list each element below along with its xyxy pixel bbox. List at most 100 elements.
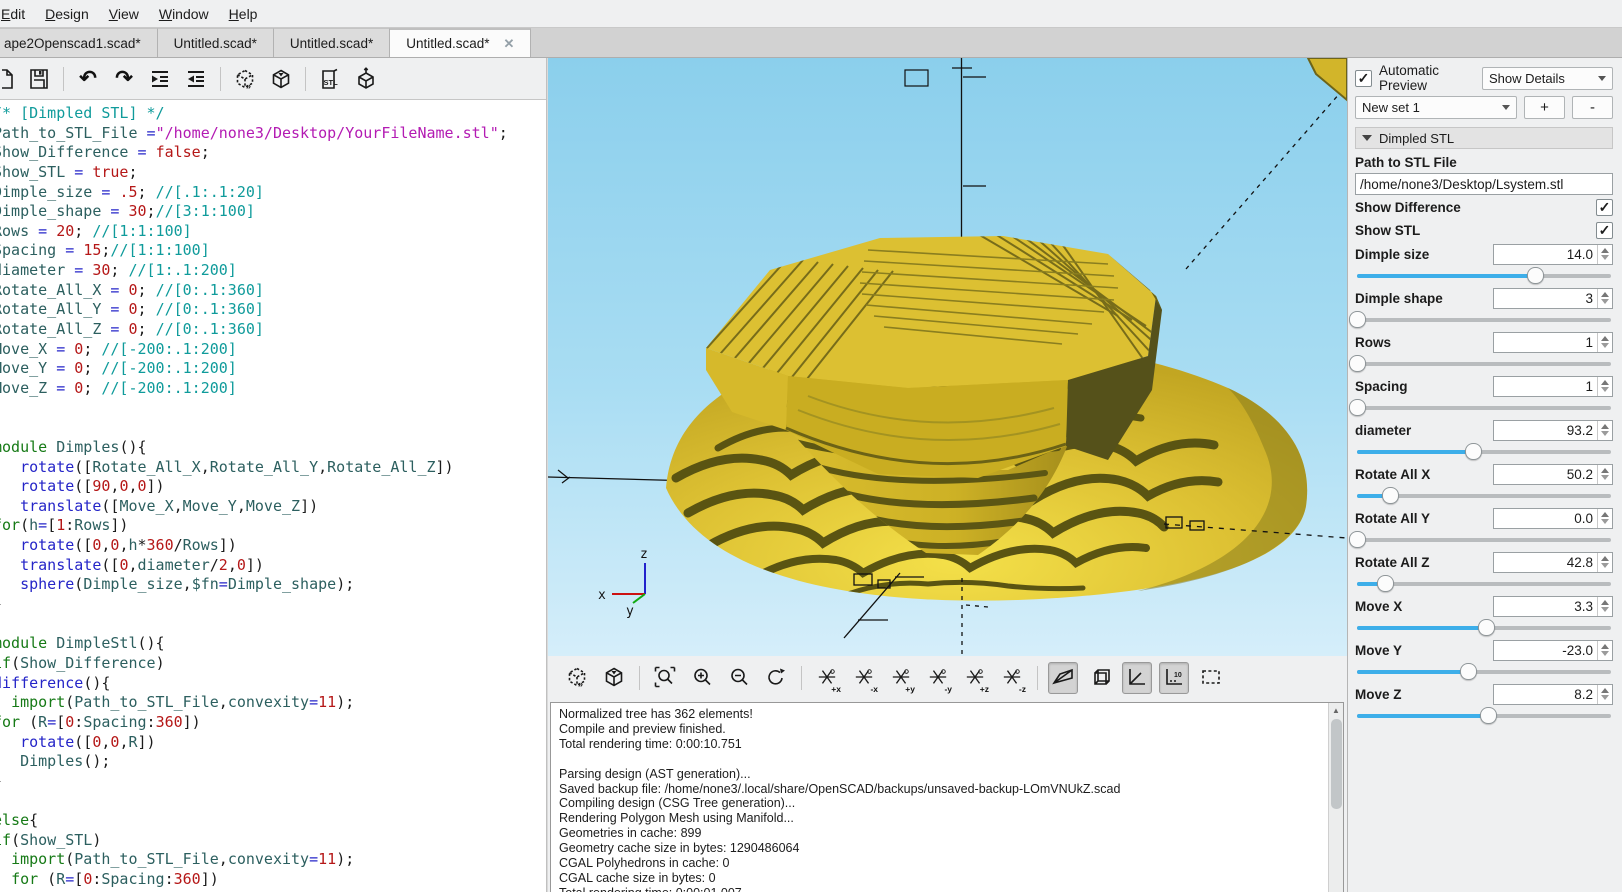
rotate-all-y-spinbox[interactable]: 0.0 bbox=[1493, 507, 1613, 529]
move-z-slider[interactable] bbox=[1355, 706, 1613, 725]
view-plusminus-z-button[interactable]: +z bbox=[960, 662, 990, 694]
diameter-slider[interactable] bbox=[1355, 442, 1613, 461]
spinbox-arrows-icon[interactable] bbox=[1597, 332, 1612, 352]
automatic-preview-checkbox[interactable]: ✓ bbox=[1355, 69, 1372, 87]
menu-item-edit[interactable]: Edit bbox=[0, 1, 35, 27]
zoom-in-button[interactable] bbox=[687, 662, 717, 694]
spin-down-icon[interactable] bbox=[1601, 695, 1609, 700]
zoom-out-button[interactable] bbox=[724, 662, 754, 694]
redo-button[interactable]: ↷ bbox=[109, 64, 139, 94]
spin-down-icon[interactable] bbox=[1601, 387, 1609, 392]
indent-button[interactable] bbox=[181, 64, 211, 94]
view-minus-y-button[interactable]: -y bbox=[923, 662, 953, 694]
rotate-all-x-spinbox[interactable]: 50.2 bbox=[1493, 463, 1613, 485]
spin-down-icon[interactable] bbox=[1601, 651, 1609, 656]
spinbox-arrows-icon[interactable] bbox=[1597, 640, 1612, 660]
spinbox-arrows-icon[interactable] bbox=[1597, 684, 1612, 704]
view-minus-z-button[interactable]: -z bbox=[997, 662, 1027, 694]
slider-handle[interactable] bbox=[1464, 443, 1482, 460]
spin-up-icon[interactable] bbox=[1601, 248, 1609, 253]
tab-2[interactable]: Untitled.scad* bbox=[273, 28, 391, 57]
spin-down-icon[interactable] bbox=[1601, 563, 1609, 568]
unindent-button[interactable] bbox=[145, 64, 175, 94]
tab-3[interactable]: Untitled.scad* ✕ bbox=[390, 28, 532, 57]
details-dropdown[interactable]: Show Details bbox=[1482, 66, 1613, 90]
dimple-shape-slider[interactable] bbox=[1348, 310, 1613, 329]
dimple-shape-spinbox[interactable]: 3 bbox=[1493, 287, 1613, 309]
tab-0[interactable]: ape2Openscad1.scad* bbox=[0, 28, 158, 57]
dimple-size-slider[interactable] bbox=[1355, 266, 1613, 285]
new-file-button[interactable] bbox=[2, 64, 18, 94]
spacing-slider[interactable] bbox=[1348, 398, 1613, 417]
spin-up-icon[interactable] bbox=[1601, 644, 1609, 649]
add-preset-button[interactable]: + bbox=[1524, 96, 1565, 119]
diameter-spinbox[interactable]: 93.2 bbox=[1493, 419, 1613, 441]
tab-1[interactable]: Untitled.scad* bbox=[157, 28, 274, 57]
slider-handle[interactable] bbox=[1348, 399, 1366, 416]
spin-down-icon[interactable] bbox=[1601, 255, 1609, 260]
remove-preset-button[interactable]: - bbox=[1572, 96, 1613, 119]
rotate-all-y-slider[interactable] bbox=[1348, 530, 1613, 549]
3d-viewport[interactable]: z x y bbox=[548, 58, 1347, 656]
preview-button[interactable]: » bbox=[230, 64, 260, 94]
spin-up-icon[interactable] bbox=[1601, 336, 1609, 341]
scrollbar-thumb[interactable] bbox=[1331, 719, 1342, 809]
export-stl-button[interactable]: STL bbox=[315, 64, 345, 94]
save-button[interactable] bbox=[24, 64, 54, 94]
move-x-spinbox[interactable]: 3.3 bbox=[1493, 595, 1613, 617]
rotate-all-z-spinbox[interactable]: 42.8 bbox=[1493, 551, 1613, 573]
menu-item-window[interactable]: Window bbox=[149, 1, 219, 27]
move-y-slider[interactable] bbox=[1355, 662, 1613, 681]
orthogonal-button[interactable] bbox=[1085, 662, 1115, 694]
spacing-spinbox[interactable]: 1 bbox=[1493, 375, 1613, 397]
slider-handle[interactable] bbox=[1459, 663, 1477, 680]
spinbox-arrows-icon[interactable] bbox=[1597, 552, 1612, 572]
spin-down-icon[interactable] bbox=[1601, 299, 1609, 304]
move-z-spinbox[interactable]: 8.2 bbox=[1493, 683, 1613, 705]
spin-up-icon[interactable] bbox=[1601, 468, 1609, 473]
rotate-all-z-slider[interactable] bbox=[1355, 574, 1613, 593]
spin-up-icon[interactable] bbox=[1601, 556, 1609, 561]
tab-close-icon[interactable]: ✕ bbox=[504, 36, 515, 52]
show-stl-checkbox[interactable]: ✓ bbox=[1596, 222, 1613, 239]
view-all-button[interactable] bbox=[1196, 662, 1226, 694]
view-plusminus-y-button[interactable]: +y bbox=[886, 662, 916, 694]
render-button[interactable] bbox=[266, 64, 296, 94]
slider-handle[interactable] bbox=[1477, 619, 1495, 636]
slider-handle[interactable] bbox=[1348, 311, 1366, 328]
spinbox-arrows-icon[interactable] bbox=[1597, 508, 1612, 528]
spin-up-icon[interactable] bbox=[1601, 292, 1609, 297]
spinbox-arrows-icon[interactable] bbox=[1597, 376, 1612, 396]
preview-button[interactable]: » bbox=[562, 662, 592, 694]
show-difference-checkbox[interactable]: ✓ bbox=[1596, 199, 1613, 216]
slider-handle[interactable] bbox=[1348, 355, 1366, 372]
console-scrollbar[interactable]: ▲ bbox=[1328, 703, 1343, 892]
spin-down-icon[interactable] bbox=[1601, 607, 1609, 612]
path-to-stl-input[interactable]: /home/none3/Desktop/Lsystem.stl bbox=[1355, 173, 1613, 195]
preset-dropdown[interactable]: New set 1 bbox=[1355, 96, 1517, 119]
render-button[interactable] bbox=[599, 662, 629, 694]
slider-handle[interactable] bbox=[1348, 531, 1366, 548]
view-plusminus-x-button[interactable]: +x bbox=[812, 662, 842, 694]
code-editor[interactable]: /* [Dimpled STL] */Path_to_STL_File ="/h… bbox=[0, 100, 546, 892]
zoom-all-button[interactable] bbox=[650, 662, 680, 694]
reset-view-button[interactable] bbox=[761, 662, 791, 694]
show-scale-markers-button[interactable]: 10 bbox=[1159, 662, 1189, 694]
move-y-spinbox[interactable]: -23.0 bbox=[1493, 639, 1613, 661]
spin-up-icon[interactable] bbox=[1601, 424, 1609, 429]
undo-button[interactable]: ↶ bbox=[73, 64, 103, 94]
spin-up-icon[interactable] bbox=[1601, 688, 1609, 693]
group-header-dimpled-stl[interactable]: Dimpled STL bbox=[1355, 127, 1613, 149]
view-all-button[interactable] bbox=[351, 64, 381, 94]
slider-handle[interactable] bbox=[1480, 707, 1498, 724]
view-minus-x-button[interactable]: -x bbox=[849, 662, 879, 694]
menu-item-design[interactable]: Design bbox=[35, 1, 99, 27]
show-axes-button[interactable] bbox=[1122, 662, 1152, 694]
spin-down-icon[interactable] bbox=[1601, 343, 1609, 348]
slider-handle[interactable] bbox=[1376, 575, 1394, 592]
dimple-size-spinbox[interactable]: 14.0 bbox=[1493, 243, 1613, 265]
spinbox-arrows-icon[interactable] bbox=[1597, 288, 1612, 308]
rotate-all-x-slider[interactable] bbox=[1355, 486, 1613, 505]
spinbox-arrows-icon[interactable] bbox=[1597, 596, 1612, 616]
spin-down-icon[interactable] bbox=[1601, 475, 1609, 480]
